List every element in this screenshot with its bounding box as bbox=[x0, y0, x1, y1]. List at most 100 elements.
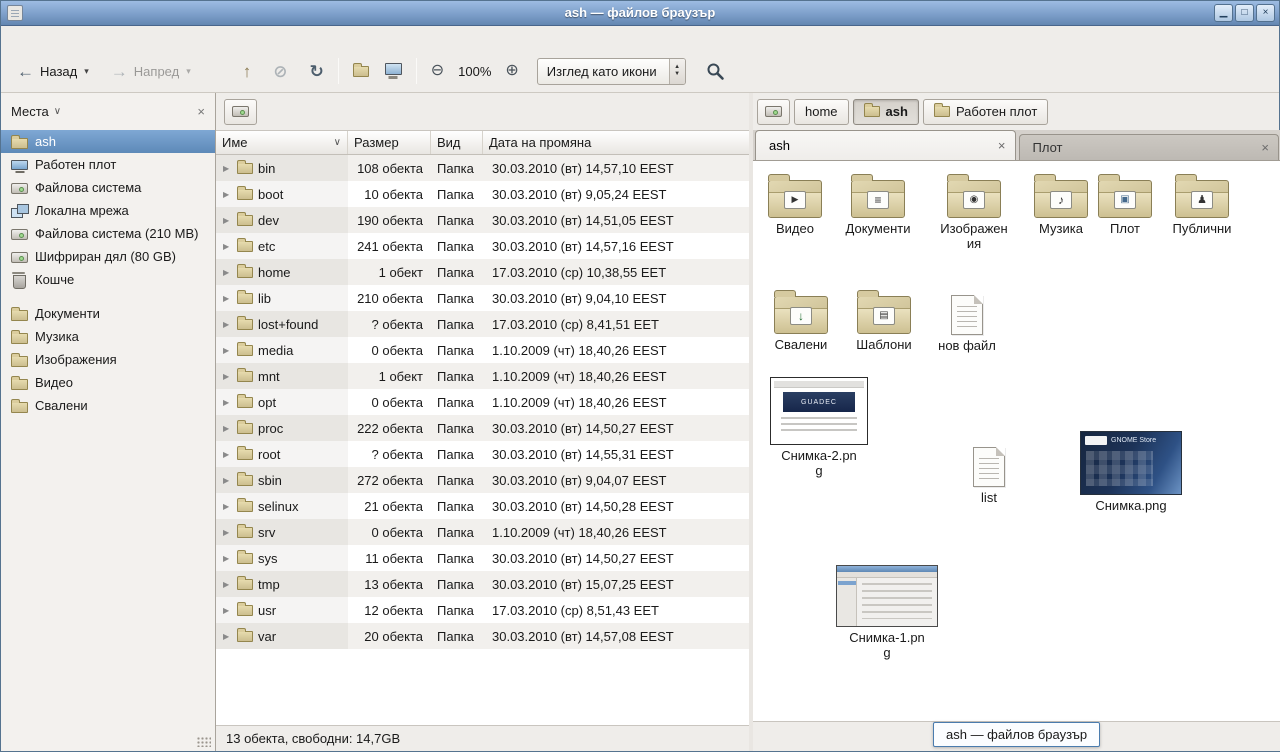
close-button[interactable]: × bbox=[1256, 4, 1275, 22]
expander-icon[interactable]: ▶ bbox=[223, 164, 232, 173]
forward-button[interactable]: → Напред ▾ bbox=[103, 58, 199, 85]
expander-icon[interactable]: ▶ bbox=[223, 528, 232, 537]
pathbar-home-button[interactable]: home bbox=[794, 99, 849, 125]
sidebar-item[interactable]: Файлова система bbox=[1, 176, 215, 199]
expander-icon[interactable]: ▶ bbox=[223, 476, 232, 485]
table-row[interactable]: ▶ mnt 1 обект Папка 1.10.2009 (чт) 18,40… bbox=[216, 363, 749, 389]
table-row[interactable]: ▶ sys 11 обекта Папка 30.03.2010 (вт) 14… bbox=[216, 545, 749, 571]
back-button[interactable]: ← Назад ▾ bbox=[9, 58, 97, 85]
expander-icon[interactable]: ▶ bbox=[223, 294, 232, 303]
zoom-in-button[interactable]: ⊕ bbox=[497, 58, 526, 84]
table-row[interactable]: ▶ lost+found ? обекта Папка 17.03.2010 (… bbox=[216, 311, 749, 337]
tab-close-icon[interactable]: × bbox=[1261, 140, 1269, 155]
expander-icon[interactable]: ▶ bbox=[223, 632, 232, 641]
zoom-out-button[interactable]: ⊖ bbox=[423, 58, 452, 84]
view-mode-select[interactable]: Изглед като икони ▲▼ bbox=[537, 58, 686, 85]
file-snimka-1-png[interactable]: Снимка-1.png bbox=[833, 565, 941, 660]
expander-icon[interactable]: ▶ bbox=[223, 424, 232, 433]
menu-item[interactable] bbox=[77, 35, 95, 41]
file-snimka-2-png[interactable]: GUADEC Снимка-2.png bbox=[767, 377, 871, 478]
expander-icon[interactable]: ▶ bbox=[223, 398, 232, 407]
computer-button[interactable] bbox=[377, 58, 410, 84]
expander-icon[interactable]: ▶ bbox=[223, 190, 232, 199]
table-row[interactable]: ▶ opt 0 обекта Папка 1.10.2009 (чт) 18,4… bbox=[216, 389, 749, 415]
expander-icon[interactable]: ▶ bbox=[223, 554, 232, 563]
menu-item[interactable] bbox=[41, 35, 59, 41]
expander-icon[interactable]: ▶ bbox=[223, 268, 232, 277]
sidebar-item[interactable]: Кошче bbox=[1, 268, 215, 291]
expander-icon[interactable]: ▶ bbox=[223, 450, 232, 459]
column-header-type[interactable]: Вид bbox=[431, 131, 483, 154]
folder-pictures[interactable]: Изображения bbox=[938, 173, 1010, 251]
sidebar-item[interactable]: ash bbox=[1, 130, 215, 153]
menu-item[interactable] bbox=[95, 35, 113, 41]
table-row[interactable]: ▶ tmp 13 обекта Папка 30.03.2010 (вт) 15… bbox=[216, 571, 749, 597]
folder-public[interactable]: Публични bbox=[1166, 173, 1238, 237]
back-history-caret-icon[interactable]: ▾ bbox=[84, 66, 89, 77]
table-row[interactable]: ▶ var 20 обекта Папка 30.03.2010 (вт) 14… bbox=[216, 623, 749, 649]
folder-music[interactable]: Музика bbox=[1025, 173, 1097, 237]
table-row[interactable]: ▶ home 1 обект Папка 17.03.2010 (ср) 10,… bbox=[216, 259, 749, 285]
table-row[interactable]: ▶ lib 210 обекта Папка 30.03.2010 (вт) 9… bbox=[216, 285, 749, 311]
sidebar-item[interactable]: Видео bbox=[1, 371, 215, 394]
sidebar-item[interactable]: Шифриран дял (80 GB) bbox=[1, 245, 215, 268]
pathbar-ash-button[interactable]: ash bbox=[853, 99, 919, 125]
file-list[interactable]: list bbox=[953, 443, 1025, 506]
home-button[interactable] bbox=[345, 61, 377, 82]
minimize-button[interactable]: ▁ bbox=[1214, 4, 1233, 22]
pathbar-root-button[interactable] bbox=[224, 99, 257, 125]
icon-view[interactable]: Видео Документи Изображения Музика Плот … bbox=[753, 161, 1280, 721]
pane-resize-grip[interactable] bbox=[197, 737, 211, 747]
expander-icon[interactable]: ▶ bbox=[223, 606, 232, 615]
expander-icon[interactable]: ▶ bbox=[223, 320, 232, 329]
titlebar[interactable]: ash — файлов браузър ▁ □ × bbox=[1, 1, 1279, 26]
table-row[interactable]: ▶ root ? обекта Папка 30.03.2010 (вт) 14… bbox=[216, 441, 749, 467]
sidebar-close-icon[interactable]: × bbox=[197, 104, 205, 119]
table-row[interactable]: ▶ srv 0 обекта Папка 1.10.2009 (чт) 18,4… bbox=[216, 519, 749, 545]
expander-icon[interactable]: ▶ bbox=[223, 346, 232, 355]
reload-button[interactable]: ↻ bbox=[301, 58, 331, 85]
table-row[interactable]: ▶ sbin 272 обекта Папка 30.03.2010 (вт) … bbox=[216, 467, 749, 493]
sidebar-mode-caret-icon[interactable]: ∨ bbox=[54, 106, 61, 117]
sidebar-item[interactable]: Документи bbox=[1, 302, 215, 325]
folder-templates[interactable]: Шаблони bbox=[848, 289, 920, 353]
folder-downloads[interactable]: Свалени bbox=[765, 289, 837, 353]
combo-spinner-icon[interactable]: ▲▼ bbox=[669, 59, 685, 84]
table-row[interactable]: ▶ dev 190 обекта Папка 30.03.2010 (вт) 1… bbox=[216, 207, 749, 233]
tab-close-icon[interactable]: × bbox=[998, 138, 1006, 153]
table-row[interactable]: ▶ etc 241 обекта Папка 30.03.2010 (вт) 1… bbox=[216, 233, 749, 259]
table-row[interactable]: ▶ proc 222 обекта Папка 30.03.2010 (вт) … bbox=[216, 415, 749, 441]
sidebar-item[interactable]: Локална мрежа bbox=[1, 199, 215, 222]
pathbar-filesystem-button[interactable] bbox=[757, 99, 790, 125]
expander-icon[interactable]: ▶ bbox=[223, 502, 232, 511]
sidebar-item[interactable]: Изображения bbox=[1, 348, 215, 371]
file-new-file[interactable]: нов файл bbox=[931, 291, 1003, 354]
expander-icon[interactable]: ▶ bbox=[223, 216, 232, 225]
table-row[interactable]: ▶ boot 10 обекта Папка 30.03.2010 (вт) 9… bbox=[216, 181, 749, 207]
menu-item[interactable] bbox=[23, 35, 41, 41]
sidebar-title[interactable]: Места bbox=[11, 104, 49, 119]
expander-icon[interactable]: ▶ bbox=[223, 372, 232, 381]
sidebar-item[interactable]: Файлова система (210 MB) bbox=[1, 222, 215, 245]
file-snimka-png[interactable]: GNOME Store Снимка.png bbox=[1077, 431, 1185, 514]
up-button[interactable]: ↑ bbox=[235, 58, 260, 85]
folder-documents[interactable]: Документи bbox=[842, 173, 914, 237]
table-row[interactable]: ▶ usr 12 обекта Папка 17.03.2010 (ср) 8,… bbox=[216, 597, 749, 623]
column-header-date[interactable]: Дата на промяна bbox=[483, 131, 749, 154]
tab-desktop[interactable]: Плот × bbox=[1019, 134, 1280, 160]
sidebar-item[interactable]: Музика bbox=[1, 325, 215, 348]
menu-item[interactable] bbox=[59, 35, 77, 41]
maximize-button[interactable]: □ bbox=[1235, 4, 1254, 22]
table-row[interactable]: ▶ selinux 21 обекта Папка 30.03.2010 (вт… bbox=[216, 493, 749, 519]
search-button[interactable] bbox=[700, 58, 731, 85]
table-row[interactable]: ▶ media 0 обекта Папка 1.10.2009 (чт) 18… bbox=[216, 337, 749, 363]
column-header-name[interactable]: Име ∨ bbox=[216, 131, 348, 154]
tab-ash[interactable]: ash × bbox=[755, 130, 1016, 160]
table-row[interactable]: ▶ bin 108 обекта Папка 30.03.2010 (вт) 1… bbox=[216, 155, 749, 181]
expander-icon[interactable]: ▶ bbox=[223, 580, 232, 589]
menu-item[interactable] bbox=[5, 35, 23, 41]
sidebar-item[interactable]: Свалени bbox=[1, 394, 215, 417]
column-header-size[interactable]: Размер bbox=[348, 131, 431, 154]
folder-video[interactable]: Видео bbox=[759, 173, 831, 237]
sidebar-item[interactable]: Работен плот bbox=[1, 153, 215, 176]
